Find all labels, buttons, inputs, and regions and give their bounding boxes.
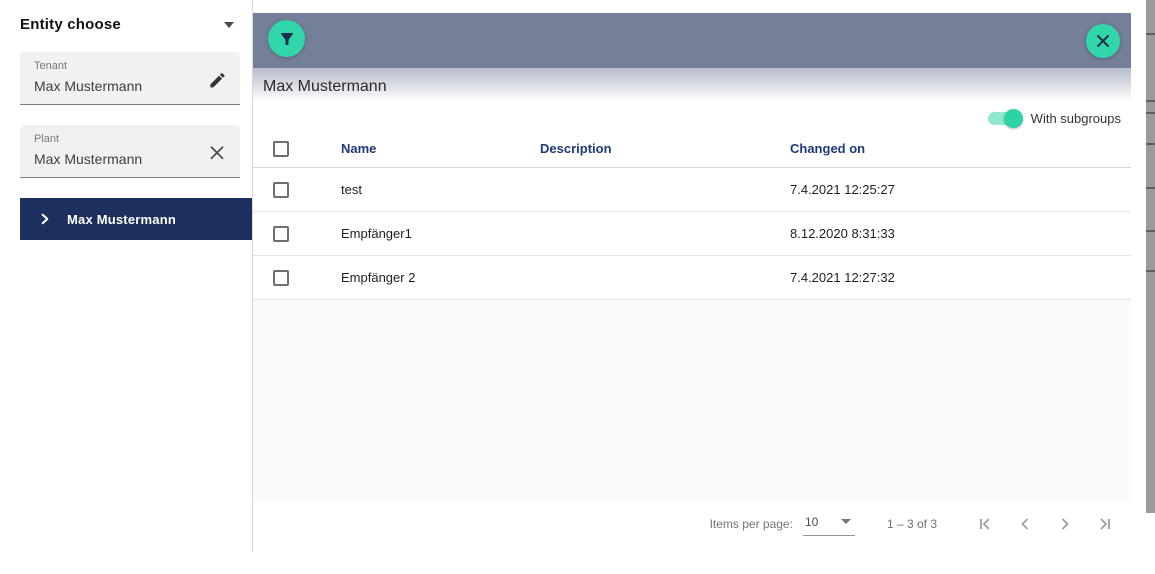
table-row[interactable]: test 7.4.2021 12:25:27 — [253, 168, 1131, 212]
subgroups-toggle-row: With subgroups — [253, 106, 1131, 130]
cell-changed-on: 7.4.2021 12:27:32 — [790, 270, 895, 285]
next-page-button[interactable] — [1045, 504, 1085, 544]
select-all-checkbox[interactable] — [273, 140, 289, 157]
entity-choose-panel: Entity choose Tenant Max Mustermann Plan… — [0, 0, 252, 574]
entity-choose-header: Entity choose — [20, 16, 234, 33]
caret-down-icon[interactable] — [224, 21, 234, 28]
close-button[interactable] — [1086, 24, 1120, 58]
filter-button[interactable] — [268, 20, 305, 57]
column-header-description[interactable]: Description — [540, 141, 790, 156]
plant-field-label: Plant — [34, 133, 60, 145]
tree-item-max-mustermann[interactable]: Max Mustermann — [20, 198, 252, 240]
paginator: Items per page: 10 1 – 3 of 3 — [253, 502, 1131, 546]
cell-changed-on: 8.12.2020 8:31:33 — [790, 226, 895, 241]
with-subgroups-toggle[interactable] — [987, 108, 1023, 128]
cell-name: Empfänger 2 — [341, 270, 416, 285]
table-body: test 7.4.2021 12:25:27 Empfänger1 8.12.2… — [253, 168, 1131, 300]
tenant-field-label: Tenant — [34, 60, 68, 72]
row-checkbox[interactable] — [273, 181, 289, 198]
subgroup-dialog: Max Mustermann With subgroups Name Descr… — [253, 13, 1131, 546]
background-artifact-strip — [1146, 0, 1155, 513]
items-per-page-label: Items per page: — [709, 517, 793, 531]
last-page-button[interactable] — [1085, 504, 1125, 544]
items-per-page-select[interactable]: 10 — [802, 513, 855, 536]
cell-name: test — [341, 182, 362, 197]
table-header-row: Name Description Changed on — [253, 130, 1131, 168]
plant-field[interactable]: Plant Max Mustermann — [20, 125, 240, 178]
column-header-changed-on[interactable]: Changed on — [790, 141, 1131, 156]
pencil-icon[interactable] — [206, 69, 228, 91]
entity-choose-title: Entity choose — [20, 16, 121, 33]
tenant-field[interactable]: Tenant Max Mustermann — [20, 52, 240, 105]
paginator-range-label: 1 – 3 of 3 — [886, 517, 937, 531]
items-per-page-value: 10 — [804, 514, 819, 529]
table-empty-area — [253, 300, 1131, 502]
tenant-field-value: Max Mustermann — [34, 78, 143, 94]
dialog-title: Max Mustermann — [263, 78, 387, 95]
tree-item-label: Max Mustermann — [67, 211, 176, 227]
row-checkbox[interactable] — [273, 225, 289, 242]
column-header-name[interactable]: Name — [341, 141, 540, 156]
clear-x-icon[interactable] — [206, 142, 228, 164]
caret-down-icon — [840, 519, 851, 524]
dialog-header-bar — [253, 13, 1131, 68]
table-row[interactable]: Empfänger1 8.12.2020 8:31:33 — [253, 212, 1131, 256]
first-page-button[interactable] — [965, 504, 1005, 544]
table-row[interactable]: Empfänger 2 7.4.2021 12:27:32 — [253, 256, 1131, 300]
plant-field-value: Max Mustermann — [34, 151, 143, 167]
cell-name: Empfänger1 — [341, 226, 412, 241]
previous-page-button[interactable] — [1005, 504, 1045, 544]
chevron-right-icon[interactable] — [38, 212, 52, 226]
toggle-thumb[interactable] — [1003, 108, 1023, 128]
cell-changed-on: 7.4.2021 12:25:27 — [790, 182, 895, 197]
row-checkbox[interactable] — [273, 269, 289, 286]
dialog-title-strip: Max Mustermann — [253, 68, 1131, 106]
with-subgroups-label: With subgroups — [1030, 110, 1121, 126]
